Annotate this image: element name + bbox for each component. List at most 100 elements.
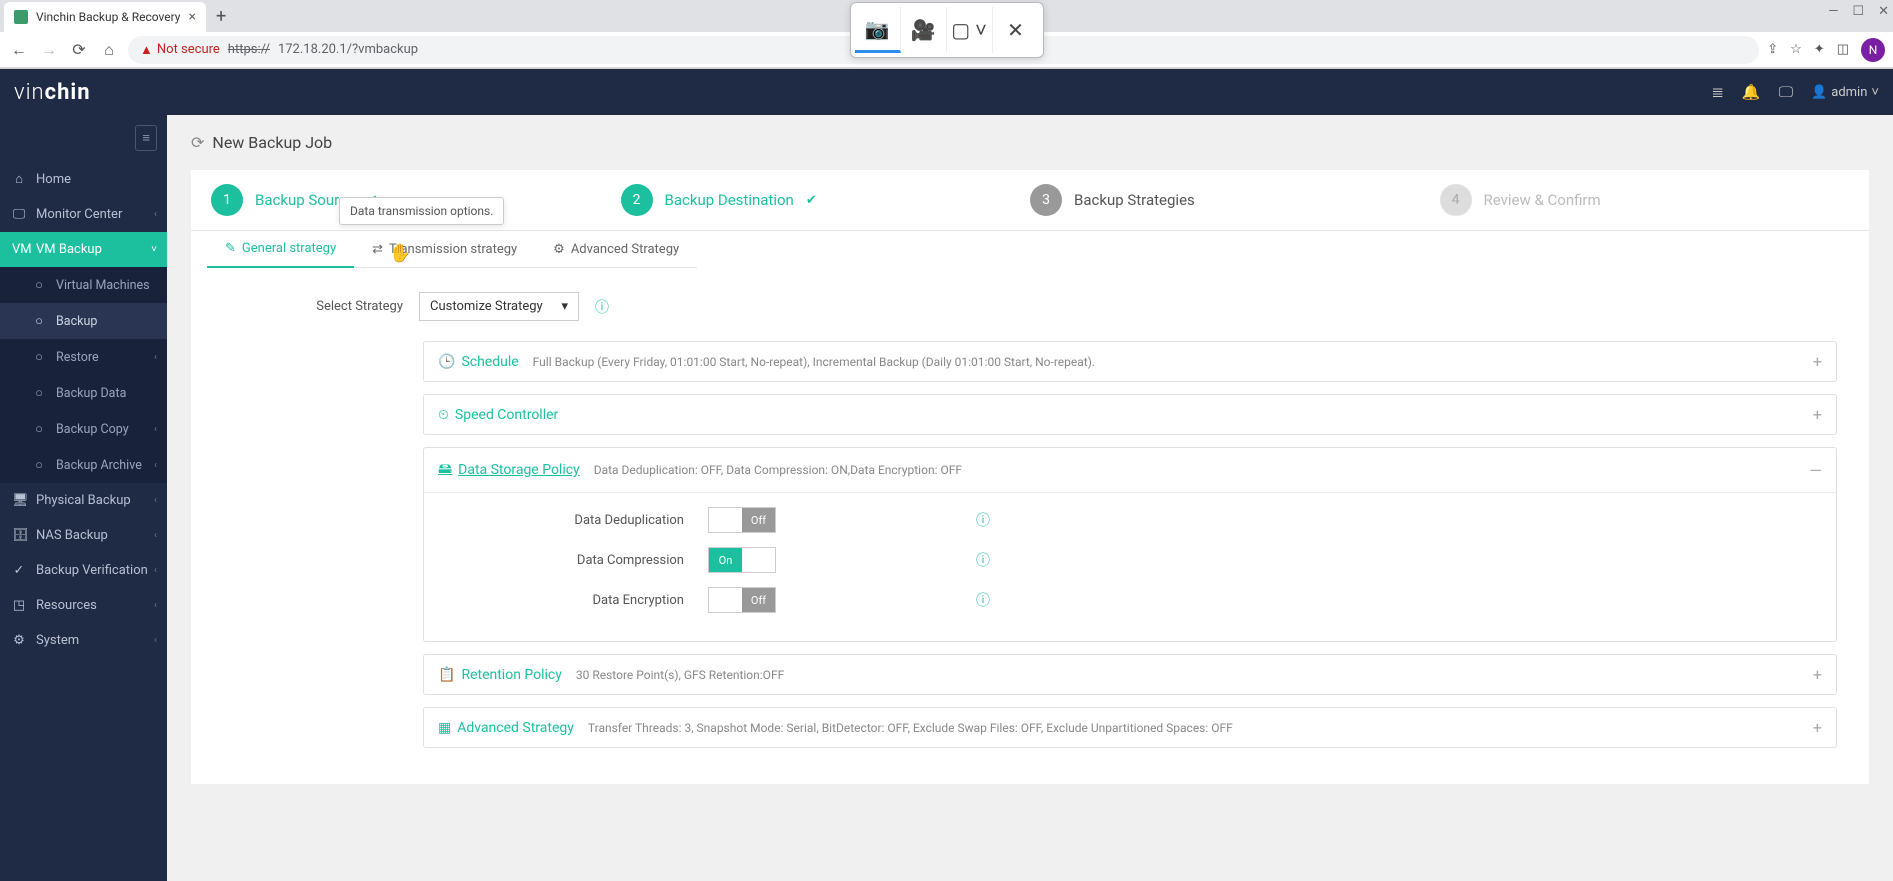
accordion-advanced: ▦Advanced Strategy Transfer Threads: 3, … bbox=[423, 707, 1837, 748]
minus-icon: — bbox=[1810, 461, 1823, 480]
accordion-retention: 📋Retention Policy 30 Restore Point(s), G… bbox=[423, 654, 1837, 695]
check-icon: ✓ bbox=[12, 563, 26, 578]
back-button[interactable]: ← bbox=[8, 39, 30, 61]
reload-button[interactable]: ⟳ bbox=[68, 39, 90, 61]
sidebar-item-monitor[interactable]: 🖵Monitor Center‹ bbox=[0, 197, 167, 232]
monitor-icon: 🖵 bbox=[12, 207, 26, 222]
sidebar-item-home[interactable]: ⌂Home bbox=[0, 161, 167, 197]
share-icon[interactable]: ⇪ bbox=[1767, 42, 1778, 57]
server-icon: 🖥 bbox=[12, 493, 26, 508]
tab-close-icon[interactable]: × bbox=[188, 9, 195, 25]
tab-advanced-strategy[interactable]: ⚙Advanced Strategy bbox=[535, 231, 697, 268]
bookmark-icon[interactable]: ☆ bbox=[1790, 42, 1802, 57]
gear-icon: ⚙ bbox=[553, 242, 565, 257]
cursor-icon: ✋ bbox=[389, 243, 411, 264]
profile-avatar[interactable]: N bbox=[1861, 38, 1885, 62]
clock-icon: 🕒 bbox=[438, 354, 455, 370]
switch-encrypt[interactable]: Off bbox=[708, 587, 776, 613]
sidebar-item-vmbackup[interactable]: VMVM Backup˅ bbox=[0, 232, 167, 267]
capture-screenshot-icon[interactable]: 📷 bbox=[855, 7, 901, 53]
sidebar-sub-virtualmachines[interactable]: ○Virtual Machines bbox=[0, 267, 167, 303]
sidebar-sub-backup[interactable]: ○Backup bbox=[0, 303, 167, 339]
accordion-storage-header[interactable]: 🖴Data Storage Policy Data Deduplication:… bbox=[424, 448, 1836, 492]
plus-icon: + bbox=[1813, 665, 1822, 684]
sidebar-submenu: ○Virtual Machines ○Backup ○Restore‹ ○Bac… bbox=[0, 267, 167, 483]
home-button[interactable]: ⌂ bbox=[98, 39, 120, 61]
plus-icon: + bbox=[1813, 405, 1822, 424]
info-icon[interactable]: ⓘ bbox=[976, 590, 990, 610]
caret-down-icon: ▾ bbox=[561, 299, 568, 314]
nas-icon: 🗄 bbox=[12, 528, 26, 543]
app-header: vinchin ≣ 🔔 🖵 👤 admin ˅ bbox=[0, 69, 1893, 115]
url-host: 172.18.20.1/?vmbackup bbox=[278, 42, 418, 57]
capture-video-icon[interactable]: 🎥 bbox=[901, 7, 947, 53]
info-icon[interactable]: ⓘ bbox=[976, 550, 990, 570]
window-maximize[interactable]: ☐ bbox=[1852, 4, 1864, 19]
capture-close-icon[interactable]: ✕ bbox=[993, 7, 1039, 53]
tab-transmission-strategy[interactable]: ⇄Transmission strategy bbox=[354, 231, 535, 268]
step-backup-strategies[interactable]: 3Backup Strategies bbox=[1030, 184, 1440, 216]
logo: vinchin bbox=[14, 80, 91, 105]
sidebar-item-physical[interactable]: 🖥Physical Backup‹ bbox=[0, 483, 167, 518]
extensions-icon[interactable]: ✦ bbox=[1814, 42, 1825, 57]
capture-toolbar: 📷 🎥 ▢ ˅ ✕ bbox=[850, 2, 1044, 58]
switch-dedup[interactable]: Off bbox=[708, 507, 776, 533]
bell-icon[interactable]: 🔔 bbox=[1742, 83, 1761, 101]
sidebar-sub-restore[interactable]: ○Restore‹ bbox=[0, 339, 167, 375]
info-icon[interactable]: ⓘ bbox=[595, 297, 609, 317]
accordion-schedule: 🕒Schedule Full Backup (Every Friday, 01:… bbox=[423, 341, 1837, 382]
switch-compress[interactable]: On bbox=[708, 547, 776, 573]
sidebar-item-resources[interactable]: ◳Resources‹ bbox=[0, 588, 167, 623]
strategy-tabs: ✎General strategy ⇄Transmission strategy… bbox=[191, 231, 1869, 268]
accordion-storage: 🖴Data Storage Policy Data Deduplication:… bbox=[423, 447, 1837, 642]
accordion-speed-header[interactable]: ⏲Speed Controller + bbox=[424, 395, 1836, 434]
capture-region-icon[interactable]: ▢ ˅ bbox=[947, 7, 993, 53]
main-content: ⟳ New Backup Job 1Backup Source✔ 2Backup… bbox=[167, 115, 1893, 881]
sidebar-toggle[interactable]: ≡ bbox=[0, 115, 167, 161]
disk-icon: 🖴 bbox=[438, 458, 452, 482]
tooltip: Data transmission options. bbox=[339, 197, 504, 225]
window-close[interactable]: ✕ bbox=[1878, 4, 1889, 19]
grid-icon: ▦ bbox=[438, 720, 451, 736]
accordion-schedule-header[interactable]: 🕒Schedule Full Backup (Every Friday, 01:… bbox=[424, 342, 1836, 381]
transfer-icon: ⇄ bbox=[372, 242, 383, 257]
tab-general-strategy[interactable]: ✎General strategy bbox=[207, 231, 354, 268]
accordion-advanced-header[interactable]: ▦Advanced Strategy Transfer Threads: 3, … bbox=[424, 708, 1836, 747]
opt-compress-label: Data Compression bbox=[448, 553, 708, 568]
step-backup-destination[interactable]: 2Backup Destination✔ bbox=[621, 184, 1031, 216]
sidebar-sub-backupdata[interactable]: ○Backup Data bbox=[0, 375, 167, 411]
opt-dedup-label: Data Deduplication bbox=[448, 513, 708, 528]
monitor-icon[interactable]: 🖵 bbox=[1779, 83, 1793, 101]
sidebar-item-system[interactable]: ⚙System‹ bbox=[0, 623, 167, 658]
sidepanel-icon[interactable]: ◫ bbox=[1837, 42, 1849, 57]
opt-encrypt-label: Data Encryption bbox=[448, 593, 708, 608]
select-strategy-label: Select Strategy bbox=[223, 299, 403, 314]
accordion-retention-header[interactable]: 📋Retention Policy 30 Restore Point(s), G… bbox=[424, 655, 1836, 694]
info-icon[interactable]: ⓘ bbox=[976, 510, 990, 530]
window-minimize[interactable]: — bbox=[1828, 4, 1838, 19]
refresh-icon[interactable]: ⟳ bbox=[191, 133, 204, 152]
accordion-storage-body: Data Deduplication Off ⓘ Data Compressio… bbox=[424, 492, 1836, 641]
pencil-icon: ✎ bbox=[225, 241, 236, 256]
sidebar-sub-backupcopy[interactable]: ○Backup Copy‹ bbox=[0, 411, 167, 447]
calendar-icon: 📋 bbox=[438, 667, 455, 683]
page-title: ⟳ New Backup Job bbox=[191, 133, 1869, 152]
url-protocol: https:// bbox=[228, 42, 270, 57]
select-strategy-dropdown[interactable]: Customize Strategy▾ bbox=[419, 292, 579, 321]
tab-title: Vinchin Backup & Recovery bbox=[36, 10, 180, 24]
step-review-confirm[interactable]: 4Review & Confirm bbox=[1440, 184, 1850, 216]
sidebar-sub-backuparchive[interactable]: ○Backup Archive‹ bbox=[0, 447, 167, 483]
forward-button[interactable]: → bbox=[38, 39, 60, 61]
favicon bbox=[14, 10, 28, 24]
sidebar-item-nas[interactable]: 🗄NAS Backup‹ bbox=[0, 518, 167, 553]
gauge-icon: ⏲ bbox=[438, 407, 449, 423]
chevron-down-icon: ˅ bbox=[151, 244, 157, 255]
user-menu[interactable]: 👤 admin ˅ bbox=[1811, 84, 1879, 100]
list-icon[interactable]: ≣ bbox=[1711, 83, 1724, 101]
vm-icon: VM bbox=[12, 242, 26, 257]
browser-tab[interactable]: Vinchin Backup & Recovery × bbox=[4, 2, 206, 32]
new-tab-button[interactable]: + bbox=[206, 6, 236, 27]
sidebar-item-verification[interactable]: ✓Backup Verification‹ bbox=[0, 553, 167, 588]
not-secure-badge: ▲ Not secure bbox=[140, 42, 220, 58]
check-icon: ✔ bbox=[806, 193, 817, 208]
